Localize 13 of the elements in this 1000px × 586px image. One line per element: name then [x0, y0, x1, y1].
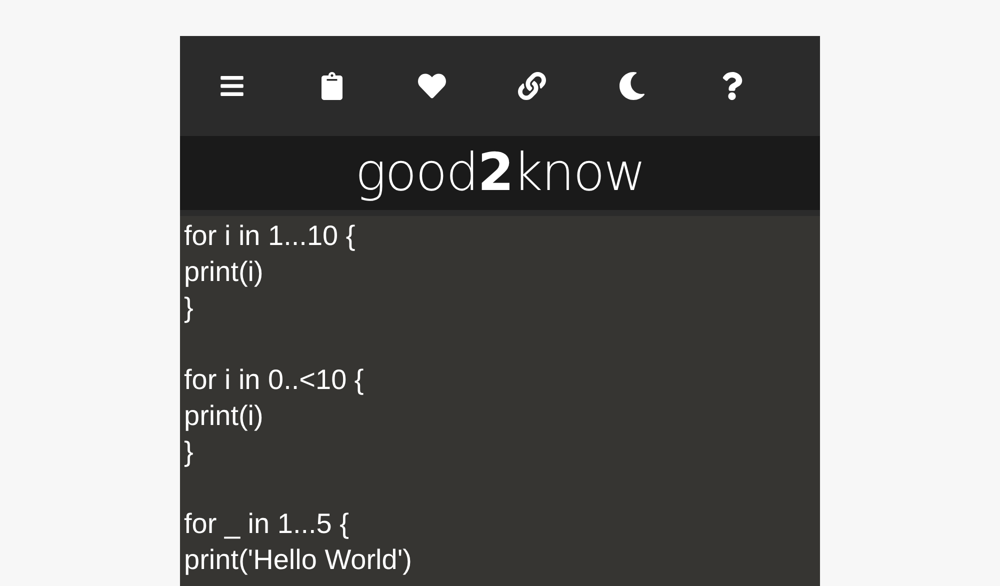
code-line: }	[184, 435, 194, 469]
moon-icon	[618, 72, 646, 100]
code-line: for _ in 1...5 {	[184, 507, 349, 541]
code-line: for i in 0..<10 {	[184, 363, 364, 397]
code-line: print(i)	[184, 255, 264, 289]
code-line: print(i)	[184, 399, 264, 433]
heart-icon	[418, 72, 446, 100]
app-title: good2know	[355, 147, 645, 199]
link-icon	[518, 72, 546, 100]
menu-icon	[219, 73, 245, 99]
code-line: print('Hello World')	[184, 543, 412, 577]
code-line: for i in 1...10 {	[184, 219, 356, 253]
code-line: }	[184, 291, 194, 325]
